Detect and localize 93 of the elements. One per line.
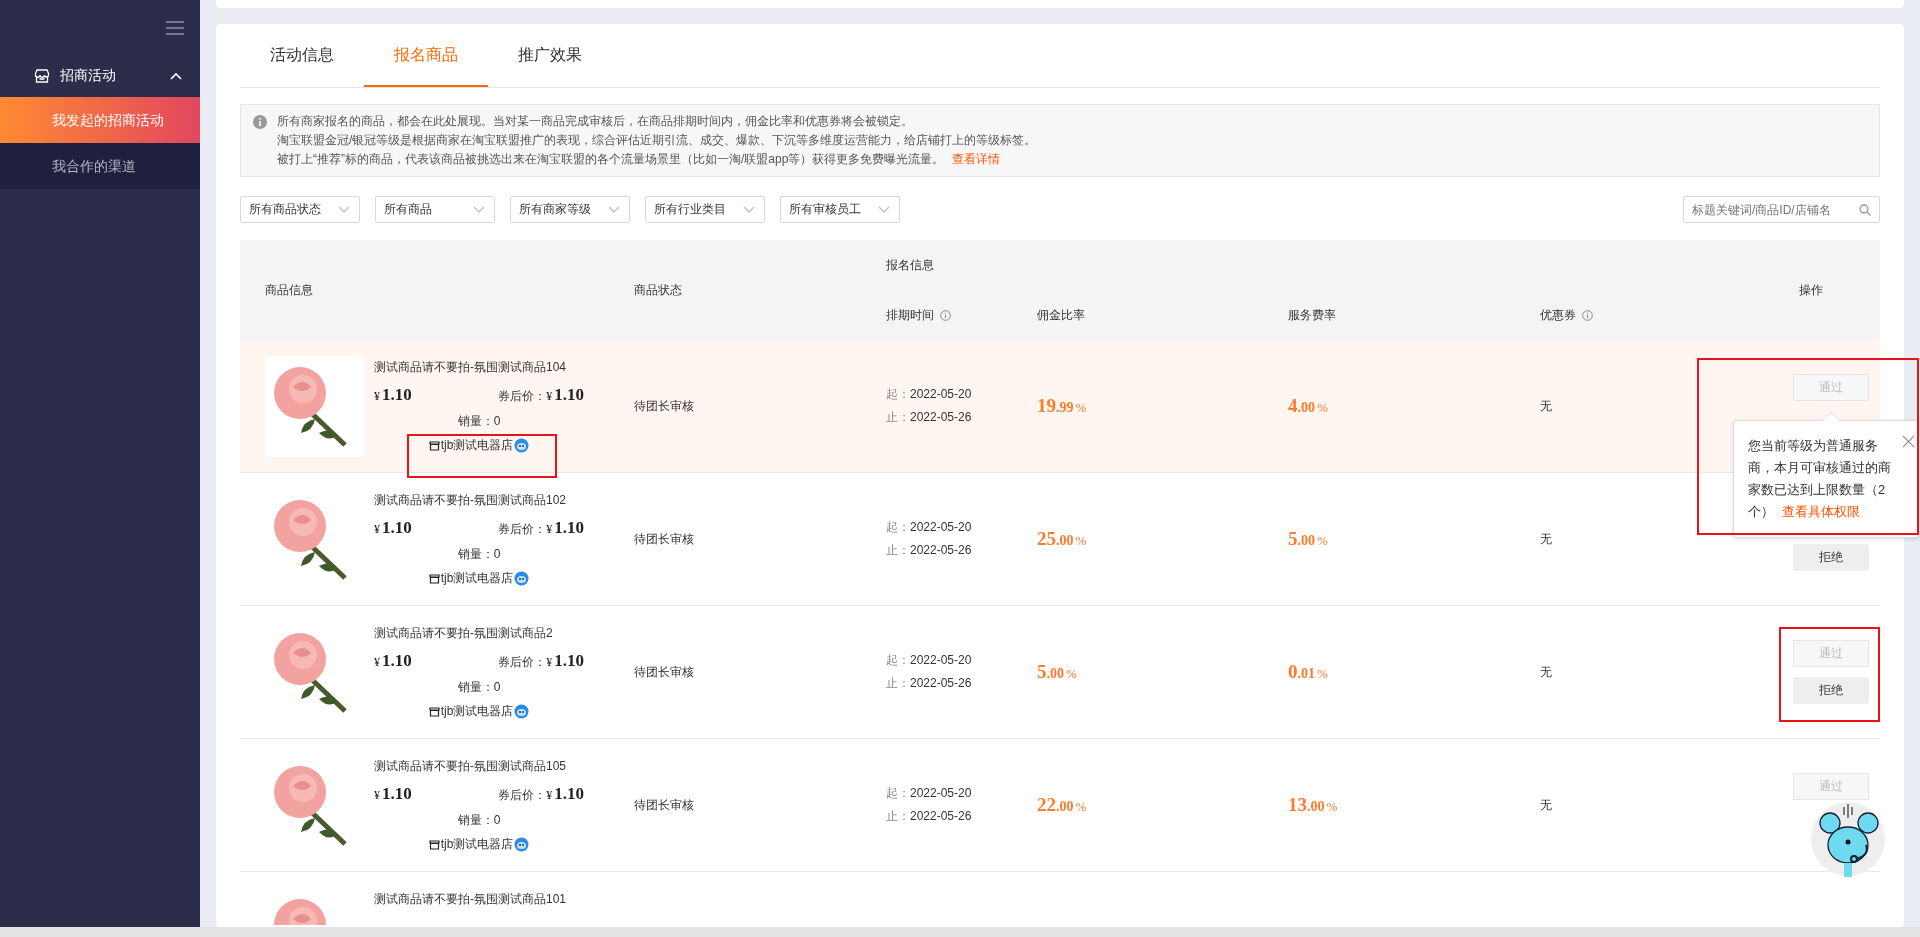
chevron-down-icon xyxy=(473,206,485,213)
status-text: 待团长审核 xyxy=(634,663,695,681)
filter-dropdown[interactable]: 所有商品 xyxy=(375,196,495,223)
sales-count: 销量：0 xyxy=(457,812,501,829)
sidebar-item[interactable]: 我合作的渠道 xyxy=(0,143,200,189)
chat-icon[interactable] xyxy=(514,837,530,852)
info-icon xyxy=(1582,309,1593,321)
search-field[interactable]: 标题关键词/商品ID/店铺名 xyxy=(1683,196,1880,223)
horizontal-scrollbar[interactable] xyxy=(0,927,1920,937)
chat-icon[interactable] xyxy=(514,704,530,719)
coupon-text: 无 xyxy=(1540,397,1553,415)
service-fee-rate: 13.00% xyxy=(1288,794,1339,816)
sidebar-group-header[interactable]: 招商活动 xyxy=(0,55,200,97)
shop-name[interactable]: tjb测试电器店 xyxy=(440,703,514,720)
sales-count: 销量：0 xyxy=(457,413,501,430)
notice-text: 所有商家报名的商品，都会在此处展现。当对某一商品完成审核后，在商品排期时间内，佣金比率和优惠券将会被锁定。 xyxy=(277,114,913,128)
product-title[interactable]: 测试商品请不要拍-氛围测试商品104 xyxy=(374,359,567,376)
status-text: 待团长审核 xyxy=(634,397,695,415)
commission-rate: 5.00% xyxy=(1037,661,1078,683)
column-header: 服务费率 xyxy=(1288,306,1336,324)
column-header: 佣金比率 xyxy=(1037,306,1085,324)
product-title[interactable]: 测试商品请不要拍-氛围测试商品2 xyxy=(374,625,553,642)
end-date: 止：2022-05-26 xyxy=(886,675,973,692)
service-fee-rate: 0.01% xyxy=(1288,661,1329,683)
search-icon xyxy=(1859,203,1871,216)
chevron-down-icon xyxy=(338,206,350,213)
price: ¥1.10 xyxy=(374,784,412,804)
info-icon xyxy=(940,309,951,321)
sales-count: 销量：0 xyxy=(457,546,501,563)
close-icon[interactable] xyxy=(1902,435,1915,448)
notice-text: 淘宝联盟金冠/银冠等级是根据商家在淘宝联盟推广的表现，综合评估近期引流、成交、爆款、下沉等多维度运营能力，给店铺打上的等级标签。 xyxy=(277,133,1037,147)
commission-rate: 25.00% xyxy=(1037,528,1088,550)
end-date: 止：2022-05-26 xyxy=(886,808,973,825)
filter-dropdown[interactable]: 所有商品状态 xyxy=(240,196,360,223)
chevron-down-icon xyxy=(743,206,755,213)
tab[interactable]: 活动信息 xyxy=(240,24,364,87)
store-icon xyxy=(428,440,440,451)
commission-rate: 19.99% xyxy=(1037,395,1088,417)
chat-icon[interactable] xyxy=(514,571,530,586)
shop-name[interactable]: tjb测试电器店 xyxy=(440,836,514,853)
price: ¥1.10 xyxy=(374,518,412,538)
coupon-price: 券后价：¥1.10 xyxy=(498,385,584,405)
service-fee-rate: 5.00% xyxy=(1288,528,1329,550)
store-icon xyxy=(428,706,440,717)
store-icon xyxy=(428,839,440,850)
coupon-price: 券后价：¥1.10 xyxy=(498,784,584,804)
info-icon xyxy=(253,115,267,129)
store-icon xyxy=(428,573,440,584)
commission-rate: 22.00% xyxy=(1037,794,1088,816)
shop-name[interactable]: tjb测试电器店 xyxy=(440,570,514,587)
end-date: 止：2022-05-26 xyxy=(886,542,973,559)
column-header: 操作 xyxy=(1799,281,1823,299)
tooltip-message: 您当前等级为普通服务商，本月可审核通过的商家数已达到上限数量（2个） 查看具体权限 xyxy=(1748,437,1892,521)
coupon-text: 无 xyxy=(1540,530,1553,548)
tab[interactable]: 推广效果 xyxy=(488,24,612,87)
column-header: 商品状态 xyxy=(634,281,682,299)
product-title[interactable]: 测试商品请不要拍-氛围测试商品102 xyxy=(374,492,567,509)
end-date: 止：2022-05-26 xyxy=(886,409,973,426)
reject-button[interactable]: 拒绝 xyxy=(1793,677,1869,704)
price: ¥1.10 xyxy=(374,651,412,671)
column-group-header: 报名信息 xyxy=(886,256,934,274)
coupon-price: 券后价：¥1.10 xyxy=(498,651,584,671)
status-text: 待团长审核 xyxy=(634,530,695,548)
column-header: 优惠券 xyxy=(1540,306,1576,324)
product-photo-placeholder xyxy=(274,899,326,925)
reject-button[interactable]: 拒绝 xyxy=(1793,544,1869,571)
coupon-text: 无 xyxy=(1540,796,1553,814)
filter-dropdown[interactable]: 所有审核员工 xyxy=(780,196,900,223)
filter-dropdown[interactable]: 所有行业类目 xyxy=(645,196,765,223)
chevron-down-icon xyxy=(608,206,620,213)
chevron-icon xyxy=(170,72,182,80)
notice-text: 被打上“推荐”标的商品，代表该商品被挑选出来在淘宝联盟的各个流量场景里（比如一淘/联盟app等）获得更多免费曝光流量。 xyxy=(277,152,945,166)
sales-count: 销量：0 xyxy=(457,679,501,696)
start-date: 起：2022-05-20 xyxy=(886,519,973,536)
mouse-mascot-drawing[interactable] xyxy=(1810,801,1886,879)
column-header: 排期时间 xyxy=(886,306,934,324)
start-date: 起：2022-05-20 xyxy=(886,386,973,403)
start-date: 起：2022-05-20 xyxy=(886,652,973,669)
start-date: 起：2022-05-20 xyxy=(886,785,973,802)
chat-icon[interactable] xyxy=(514,438,530,453)
filter-dropdown[interactable]: 所有商家等级 xyxy=(510,196,630,223)
store-icon xyxy=(34,69,50,83)
menu-icon[interactable] xyxy=(166,21,184,35)
product-title[interactable]: 测试商品请不要拍-氛围测试商品101 xyxy=(374,891,567,908)
coupon-price: 券后价：¥1.10 xyxy=(498,518,584,538)
chevron-down-icon xyxy=(878,206,890,213)
product-title[interactable]: 测试商品请不要拍-氛围测试商品105 xyxy=(374,758,567,775)
price: ¥1.10 xyxy=(374,385,412,405)
coupon-text: 无 xyxy=(1540,663,1553,681)
column-header: 商品信息 xyxy=(265,281,313,299)
shop-name[interactable]: tjb测试电器店 xyxy=(440,437,514,454)
status-text: 待团长审核 xyxy=(634,796,695,814)
service-fee-rate: 4.00% xyxy=(1288,395,1329,417)
